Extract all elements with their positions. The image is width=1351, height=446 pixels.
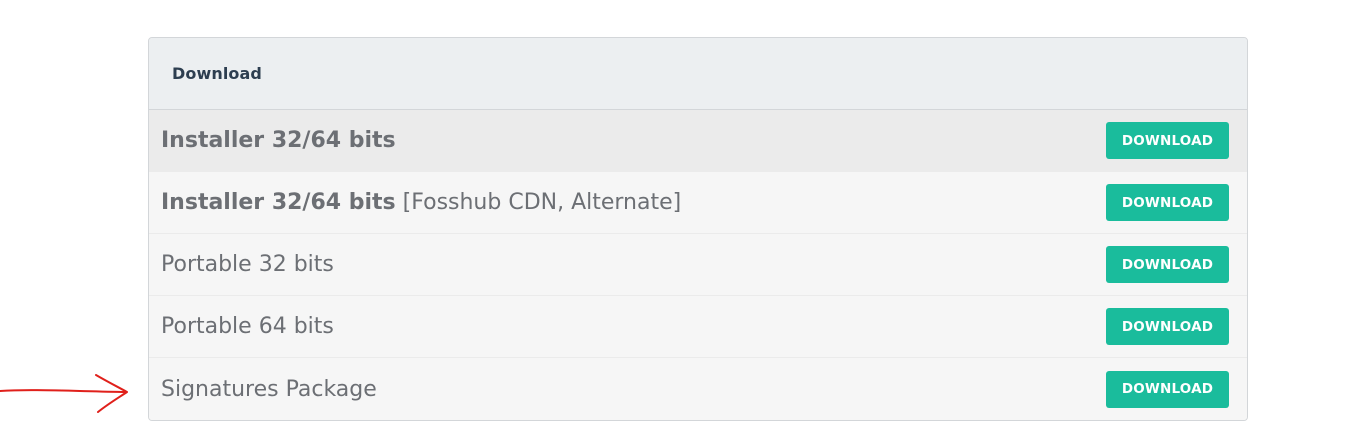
row-label-extra: [Fosshub CDN, Alternate] bbox=[395, 190, 682, 215]
row-label: Installer 32/64 bits bbox=[161, 128, 396, 153]
download-button-portable-32[interactable]: DOWNLOAD bbox=[1106, 246, 1229, 283]
download-button-installer-fosshub[interactable]: DOWNLOAD bbox=[1106, 184, 1229, 221]
download-panel: Download Installer 32/64 bits DOWNLOAD I… bbox=[148, 37, 1248, 421]
row-label: Portable 32 bits bbox=[161, 252, 334, 277]
hand-drawn-arrow-icon bbox=[0, 374, 128, 413]
download-row-portable-32: Portable 32 bits DOWNLOAD bbox=[149, 234, 1247, 296]
download-button-signatures[interactable]: DOWNLOAD bbox=[1106, 370, 1229, 408]
download-row-signatures: Signatures Package DOWNLOAD bbox=[149, 358, 1247, 420]
row-label-extra: Signatures Package bbox=[161, 376, 377, 402]
row-label: Installer 32/64 bits [Fosshub CDN, Alter… bbox=[161, 190, 681, 215]
download-row-installer-fosshub: Installer 32/64 bits [Fosshub CDN, Alter… bbox=[149, 172, 1247, 234]
download-row-installer: Installer 32/64 bits DOWNLOAD bbox=[149, 110, 1247, 172]
download-button-installer[interactable]: DOWNLOAD bbox=[1106, 122, 1229, 159]
row-label-extra: Portable 64 bits bbox=[161, 314, 334, 339]
row-label: Signatures Package bbox=[161, 377, 377, 402]
row-label-extra: Portable 32 bits bbox=[161, 252, 334, 277]
download-row-portable-64: Portable 64 bits DOWNLOAD bbox=[149, 296, 1247, 358]
download-button-portable-64[interactable]: DOWNLOAD bbox=[1106, 308, 1229, 345]
panel-title: Download bbox=[172, 64, 262, 83]
row-label-bold: Installer 32/64 bits bbox=[161, 190, 396, 215]
row-label-bold: Installer 32/64 bits bbox=[161, 128, 396, 153]
panel-header: Download bbox=[149, 38, 1247, 110]
row-label: Portable 64 bits bbox=[161, 314, 334, 339]
